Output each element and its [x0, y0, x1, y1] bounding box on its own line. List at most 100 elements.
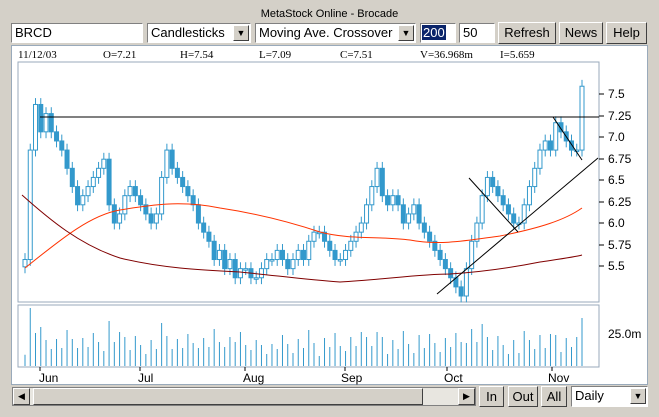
candle-body: [337, 259, 343, 262]
candle-body: [38, 103, 44, 133]
price-tick-5-5: 5.5: [608, 259, 625, 273]
candle-body: [553, 122, 559, 151]
zoom-in-button[interactable]: In: [479, 386, 504, 407]
candle-body: [169, 149, 175, 169]
candle-body: [442, 259, 448, 270]
scroll-left-button[interactable]: ◀: [13, 388, 30, 405]
candle-body: [395, 195, 401, 206]
candle-body: [111, 204, 117, 224]
candle-body: [379, 167, 385, 197]
candle-body: [358, 222, 364, 233]
volume-tick: 25.0m: [608, 327, 642, 341]
candle-body: [500, 195, 506, 206]
candle-body: [542, 140, 548, 151]
candle-body: [216, 249, 222, 261]
candle-body: [122, 195, 128, 215]
horizontal-scrollbar[interactable]: ◀ ▶: [12, 387, 476, 406]
time-axis: [39, 367, 553, 371]
candle-body: [547, 140, 553, 151]
candle-body: [505, 204, 511, 215]
month-oct: Oct: [444, 371, 463, 385]
month-jun: Jun: [39, 371, 59, 385]
candle-body: [232, 259, 238, 279]
candle-body: [258, 268, 264, 279]
period-select[interactable]: Daily ▼: [571, 386, 648, 407]
candle-body: [411, 204, 417, 215]
candle-body: [332, 249, 338, 261]
candle-body: [406, 213, 412, 224]
chevron-down-icon[interactable]: ▼: [630, 388, 646, 404]
candle-body: [117, 213, 123, 224]
zoom-all-button[interactable]: All: [541, 386, 567, 407]
price-tick-6-25: 6.25: [608, 195, 632, 209]
price-chart: [17, 61, 604, 371]
price-tick-6-0: 6.0: [608, 216, 625, 230]
candle-body: [279, 249, 285, 261]
candle-body: [253, 277, 259, 280]
candle-body: [306, 240, 312, 261]
candle-body: [390, 195, 396, 206]
candle-body: [43, 113, 49, 133]
candle-body: [80, 195, 86, 206]
zoom-out-button[interactable]: Out: [508, 386, 538, 407]
price-tick-7-0: 7.0: [608, 130, 625, 144]
candle-body: [437, 249, 443, 261]
candle-body: [301, 249, 306, 261]
month-sep: Sep: [341, 371, 363, 385]
month-nov: Nov: [548, 371, 570, 385]
candle-body: [153, 213, 159, 224]
candle-body: [206, 231, 212, 242]
candle-body: [374, 167, 380, 188]
candle-body: [159, 176, 165, 215]
candle-body: [54, 131, 60, 142]
candle-body: [33, 103, 39, 151]
candle-body: [511, 213, 517, 224]
candle-body: [90, 176, 96, 188]
price-tick-5-75: 5.75: [608, 238, 632, 252]
candle-body: [59, 140, 65, 151]
candle-body: [479, 195, 485, 224]
candle-body: [96, 167, 102, 178]
candle-body: [421, 222, 427, 233]
candle-body: [148, 213, 154, 224]
candle-body: [427, 231, 433, 242]
candle-body: [22, 259, 28, 268]
period-value: Daily: [575, 388, 604, 403]
price-tick-7-25: 7.25: [608, 109, 632, 123]
candle-body: [495, 186, 501, 197]
candle-body: [348, 240, 354, 251]
candle-body: [64, 149, 70, 169]
candle-body: [222, 249, 228, 270]
candle-body: [343, 249, 349, 261]
scroll-right-button[interactable]: ▶: [458, 388, 475, 405]
candle-body: [364, 204, 370, 224]
candle-body: [195, 204, 201, 224]
candle-body: [211, 240, 217, 261]
candle-body: [369, 186, 375, 206]
candle-body: [295, 249, 301, 261]
candle-body: [311, 231, 317, 242]
candle-body: [185, 186, 191, 197]
price-tick-6-75: 6.75: [608, 152, 632, 166]
scrollbar-thumb[interactable]: [33, 388, 423, 405]
candle-body: [85, 186, 91, 197]
candle-body: [385, 195, 391, 206]
candle-body: [201, 222, 207, 233]
candle-body: [27, 149, 33, 261]
price-tick-6-5: 6.5: [608, 173, 625, 187]
candle-body: [101, 158, 107, 169]
candle-body: [448, 268, 454, 279]
candle-body: [127, 186, 133, 197]
candle-body: [532, 167, 538, 188]
month-aug: Aug: [243, 371, 265, 385]
candle-body: [290, 259, 296, 270]
month-jul: Jul: [138, 371, 154, 385]
candle-body: [416, 204, 422, 224]
candle-body: [190, 195, 196, 206]
candle-body: [484, 176, 490, 197]
candle-body: [269, 259, 275, 262]
candle-body: [164, 149, 170, 178]
candle-body: [264, 259, 270, 270]
candle-body: [458, 286, 464, 297]
price-tick-7-5: 7.5: [608, 87, 625, 101]
